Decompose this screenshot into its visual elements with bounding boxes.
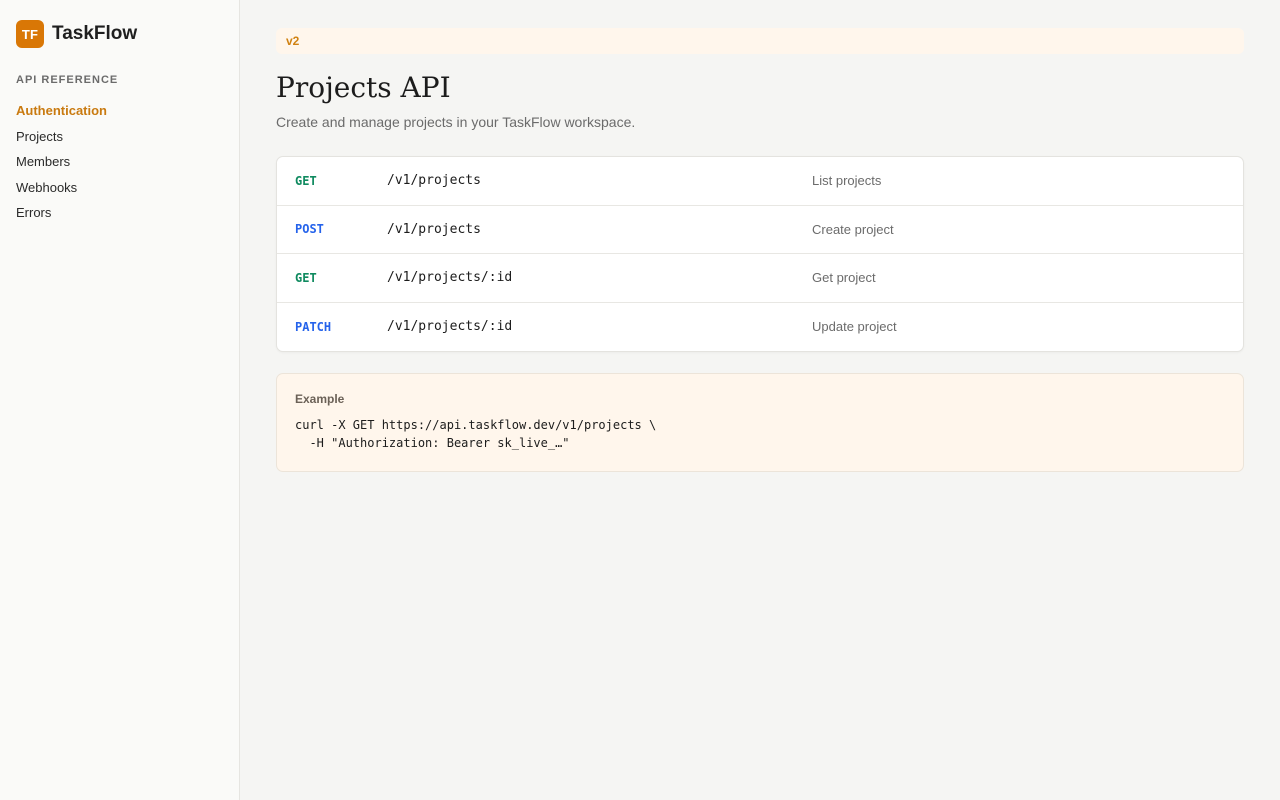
endpoint-row[interactable]: GET /v1/projects/:id Get project — [277, 254, 1243, 303]
endpoint-path: /v1/projects/:id — [387, 270, 513, 286]
main-content: v2 Projects API Create and manage projec… — [240, 0, 1280, 800]
endpoint-method: POST — [295, 222, 324, 237]
sidebar-item-errors[interactable]: Errors — [16, 202, 223, 228]
page-description: Create and manage projects in your TaskF… — [276, 114, 636, 130]
endpoint-method: GET — [295, 270, 317, 285]
sidebar-item-members[interactable]: Members — [16, 151, 223, 177]
endpoint-method: PATCH — [295, 319, 332, 334]
sidebar: TF TaskFlow API REFERENCE Authentication… — [0, 0, 240, 800]
endpoint-row[interactable]: PATCH /v1/projects/:id Update project — [277, 303, 1243, 352]
endpoint-description: List projects — [812, 173, 882, 189]
brand[interactable]: TF TaskFlow — [16, 20, 223, 48]
sidebar-item-authentication[interactable]: Authentication — [16, 100, 223, 126]
endpoint-path: /v1/projects/:id — [387, 319, 513, 335]
sidebar-item-projects[interactable]: Projects — [16, 126, 223, 152]
brand-name: TaskFlow — [52, 23, 138, 44]
endpoint-description: Create project — [812, 221, 894, 237]
endpoint-description: Update project — [812, 319, 897, 335]
example-code[interactable]: curl -X GET https://api.taskflow.dev/v1/… — [295, 416, 1225, 452]
example-label: Example — [295, 392, 345, 406]
page-title: Projects API — [276, 71, 451, 104]
app-root: TF TaskFlow API REFERENCE Authentication… — [0, 0, 1280, 800]
endpoint-path: /v1/projects — [387, 221, 481, 237]
endpoint-table: GET /v1/projects List projects POST /v1/… — [276, 156, 1244, 352]
endpoint-row[interactable]: POST /v1/projects Create project — [277, 206, 1243, 254]
brand-logo-icon: TF — [16, 20, 44, 48]
endpoint-method: GET — [295, 173, 317, 188]
endpoint-path: /v1/projects — [387, 173, 481, 189]
sidebar-section-title: API REFERENCE — [16, 74, 119, 86]
version-badge[interactable]: v2 — [286, 34, 299, 48]
endpoint-description: Get project — [812, 270, 876, 286]
version-bar: v2 — [276, 28, 1244, 54]
example-block: Example curl -X GET https://api.taskflow… — [276, 373, 1244, 472]
sidebar-item-webhooks[interactable]: Webhooks — [16, 177, 223, 203]
sidebar-nav: Authentication Projects Members Webhooks… — [16, 100, 223, 228]
endpoint-row[interactable]: GET /v1/projects List projects — [277, 157, 1243, 206]
